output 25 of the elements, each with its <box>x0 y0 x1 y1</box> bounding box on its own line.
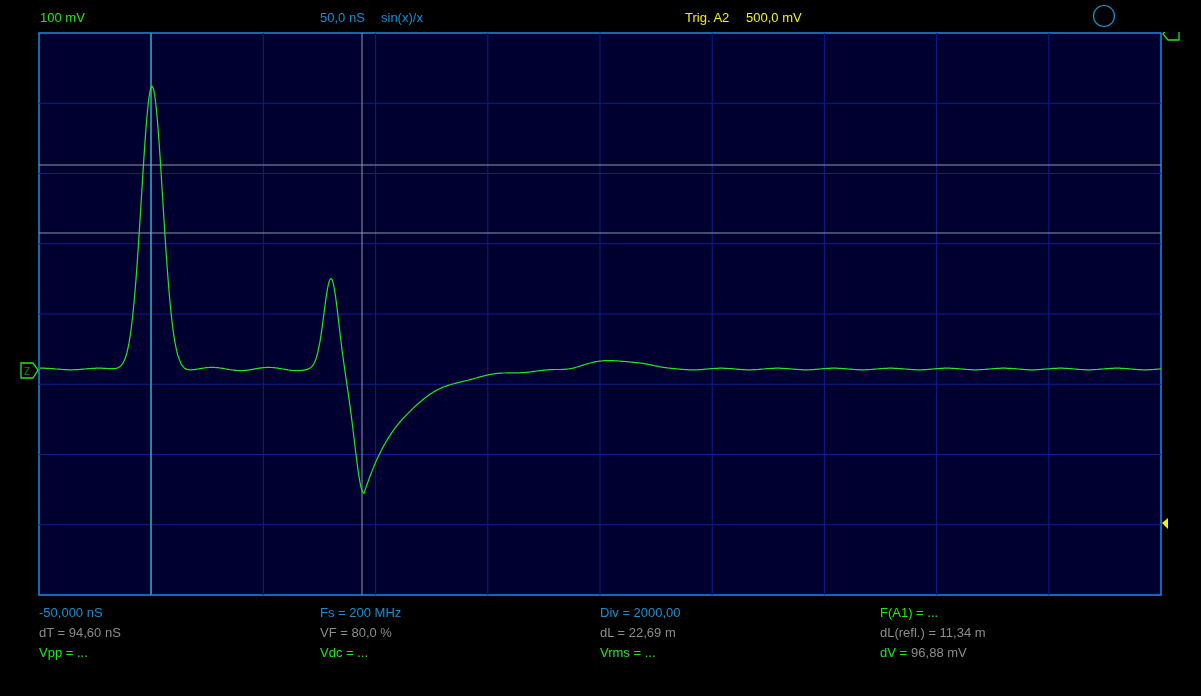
readout-text: Fs = 200 MHz <box>320 604 402 621</box>
readout-text: -50,000 nS <box>39 604 103 621</box>
readout-text: dL = 22,69 m <box>600 624 676 641</box>
level-marker-icon[interactable] <box>1162 32 1180 41</box>
circle-icon[interactable] <box>1092 4 1116 28</box>
readout-text: Vdc = ... <box>320 644 369 661</box>
readout-text: Div = 2000,00 <box>600 604 681 621</box>
readout-value: 96,88 mV <box>911 644 967 661</box>
readout-text: dT = 94,60 nS <box>39 624 121 641</box>
trigger-level: 500,0 mV <box>746 10 802 25</box>
interpolation-mode: sin(x)/x <box>381 10 423 25</box>
readout-label: dV = <box>880 644 908 661</box>
ground-marker[interactable]: Z <box>20 362 39 379</box>
timebase: 50,0 nS <box>320 10 365 25</box>
trigger-source: Trig. A2 <box>685 10 730 25</box>
readout-text: VF = 80,0 % <box>320 624 392 641</box>
channel-scale: 100 mV <box>40 10 85 25</box>
readout-text: F(A1) = ... <box>880 604 939 621</box>
cursor-line[interactable] <box>38 232 1162 234</box>
cursor-line[interactable] <box>150 32 152 596</box>
readout-text: Vrms = ... <box>600 644 656 661</box>
readout-text: dL(refl.) = 11,34 m <box>880 624 986 641</box>
cursor-line[interactable] <box>361 32 363 596</box>
cursor-line[interactable] <box>38 164 1162 166</box>
readout-text: Vpp = ... <box>39 644 88 661</box>
